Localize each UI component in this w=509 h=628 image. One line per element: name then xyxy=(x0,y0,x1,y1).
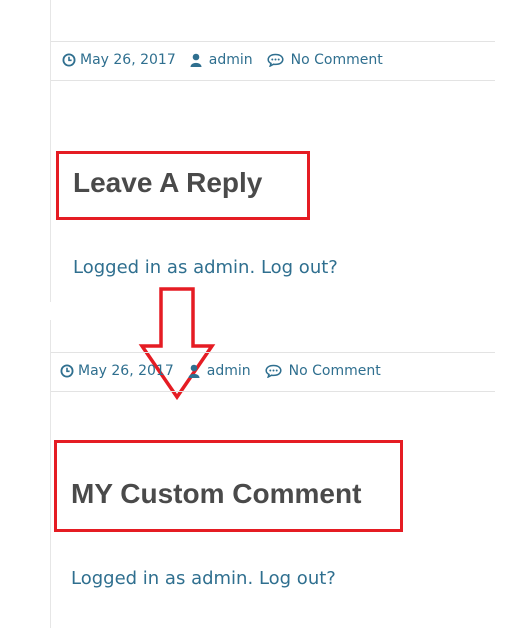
post-date[interactable]: May 26, 2017 xyxy=(78,363,174,379)
user-icon xyxy=(188,364,200,378)
logged-in-prefix: Logged in as xyxy=(71,568,192,589)
clock-icon xyxy=(60,364,74,378)
custom-comment-heading: MY Custom Comment xyxy=(71,478,362,509)
comment-icon xyxy=(267,53,284,67)
logout-link[interactable]: Log out? xyxy=(259,568,336,589)
bottom-post-meta: May 26, 2017 admin No Comment xyxy=(60,363,381,379)
username-link[interactable]: admin xyxy=(193,257,249,278)
bottom-meta-divider-bottom xyxy=(51,391,495,392)
top-meta-divider-top xyxy=(51,41,495,42)
reply-heading: Leave A Reply xyxy=(73,167,263,198)
bottom-panel-border xyxy=(50,320,51,628)
post-author[interactable]: admin xyxy=(207,363,251,379)
separator: . xyxy=(249,257,256,278)
logout-link[interactable]: Log out? xyxy=(261,257,338,278)
post-date[interactable]: May 26, 2017 xyxy=(80,52,176,68)
comment-icon xyxy=(265,364,282,378)
top-meta-divider-bottom xyxy=(51,80,495,81)
post-comments-link[interactable]: No Comment xyxy=(289,363,381,379)
post-comments-link[interactable]: No Comment xyxy=(291,52,383,68)
clock-icon xyxy=(62,53,76,67)
top-post-meta: May 26, 2017 admin No Comment xyxy=(62,52,383,68)
top-panel-border xyxy=(50,0,51,302)
post-author[interactable]: admin xyxy=(209,52,253,68)
logged-in-line-bottom: Logged in as admin. Log out? xyxy=(71,568,336,589)
separator: . xyxy=(247,568,254,589)
logged-in-line-top: Logged in as admin. Log out? xyxy=(73,257,338,278)
username-link[interactable]: admin xyxy=(191,568,247,589)
user-icon xyxy=(190,53,202,67)
down-arrow-icon xyxy=(138,287,216,401)
logged-in-prefix: Logged in as xyxy=(73,257,194,278)
bottom-meta-divider-top xyxy=(51,352,495,353)
